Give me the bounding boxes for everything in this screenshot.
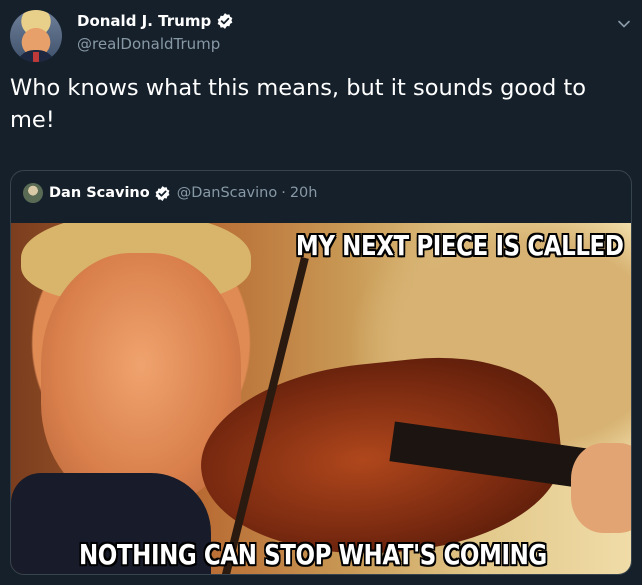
quoted-author-handle[interactable]: @DanScavino: [177, 185, 277, 201]
meme-top-caption: MY NEXT PIECE IS CALLED: [295, 229, 623, 262]
author-avatar[interactable]: [10, 10, 62, 62]
meme-hand: [571, 443, 631, 533]
author-name-text[interactable]: Donald J. Trump: [77, 12, 211, 30]
meme-bottom-caption: NOTHING CAN STOP WHAT'S COMING: [79, 538, 547, 571]
tweet-text: Who knows what this means, but it sounds…: [10, 75, 586, 133]
quoted-author-avatar[interactable]: [23, 183, 43, 203]
author-handle[interactable]: @realDonaldTrump: [77, 35, 220, 53]
quoted-tweet-header: Dan Scavino @DanScavino · 20h: [23, 183, 317, 203]
quoted-tweet-time[interactable]: 20h: [290, 185, 318, 201]
chevron-down-icon[interactable]: [614, 14, 634, 34]
tweet: Donald J. Trump @realDonaldTrump Who kno…: [0, 0, 642, 585]
author-display-name[interactable]: Donald J. Trump: [77, 12, 234, 30]
separator-dot: ·: [281, 185, 286, 201]
verified-icon: [155, 185, 170, 201]
meme-image[interactable]: MY NEXT PIECE IS CALLED NOTHING CAN STOP…: [11, 223, 631, 574]
verified-icon: [217, 13, 233, 29]
quoted-author-name[interactable]: Dan Scavino: [49, 185, 150, 201]
quoted-tweet[interactable]: Dan Scavino @DanScavino · 20h MY NEXT PI…: [10, 170, 632, 575]
avatar-tie: [33, 52, 39, 62]
